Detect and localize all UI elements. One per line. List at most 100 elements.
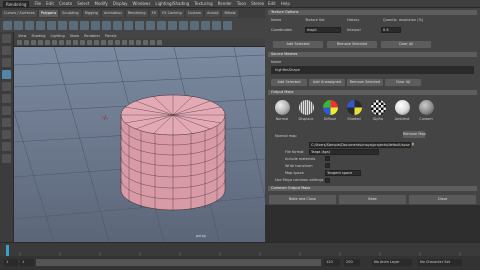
rotate-tool-icon[interactable] — [2, 82, 11, 91]
safe-action-icon[interactable] — [80, 40, 85, 45]
range-end-field[interactable]: 120 — [324, 259, 340, 266]
quantize-field[interactable]: 0.5 — [381, 27, 401, 33]
file-format-select[interactable]: Targa (tga) — [309, 149, 379, 155]
camera-attributes-icon[interactable] — [24, 40, 29, 45]
time-slider[interactable] — [0, 242, 480, 256]
combine-icon[interactable] — [146, 20, 155, 30]
panel-menu-panels[interactable]: Panels — [105, 34, 116, 38]
torus-icon[interactable] — [47, 20, 56, 30]
end-frame-field[interactable]: 200 — [344, 259, 360, 266]
menu-windows[interactable]: Windows — [133, 1, 151, 6]
bevel-icon[interactable] — [212, 20, 221, 30]
pipe-icon[interactable] — [113, 20, 122, 30]
wireframe-icon[interactable] — [87, 40, 92, 45]
helix-icon[interactable] — [124, 20, 133, 30]
shelf-tab-polygons[interactable]: Polygons — [38, 9, 59, 17]
move-tool-icon[interactable] — [2, 70, 11, 79]
character-set-select[interactable]: No Character Set — [418, 259, 462, 266]
shadows-icon[interactable] — [122, 40, 127, 45]
outliner-layout-icon[interactable] — [2, 142, 11, 151]
single-view-icon[interactable] — [2, 118, 11, 127]
playhead[interactable] — [6, 245, 9, 256]
bridge-icon[interactable] — [223, 20, 232, 30]
common-output-header[interactable]: Common Output Maps — [268, 186, 477, 191]
bookmark-icon[interactable] — [31, 40, 36, 45]
alpha-map-type[interactable]: Alpha — [367, 98, 389, 121]
soccer-ball-icon[interactable] — [135, 20, 144, 30]
panel-menu-view[interactable]: View — [18, 34, 26, 38]
shelf-tab-curves[interactable]: Curves / Surfaces — [2, 9, 37, 17]
separate-icon[interactable] — [157, 20, 166, 30]
panel-menu-lighting[interactable]: Lighting — [51, 34, 65, 38]
film-gate-icon[interactable] — [52, 40, 57, 45]
scale-tool-icon[interactable] — [2, 94, 11, 103]
shelf-tab-fx[interactable]: FX — [149, 9, 159, 17]
range-bar[interactable] — [36, 259, 321, 266]
pyramid-icon[interactable] — [91, 20, 100, 30]
displace-map-type[interactable]: Displace — [295, 98, 317, 121]
menu-toon[interactable]: Toon — [237, 1, 246, 6]
panel-menu-renderer[interactable]: Renderer — [84, 34, 100, 38]
field-chart-icon[interactable] — [73, 40, 78, 45]
clear-all-source-button[interactable]: Clear All — [385, 79, 421, 86]
isolate-select-icon[interactable] — [150, 40, 155, 45]
menu-edit[interactable]: Edit — [46, 1, 54, 6]
shelf-tab-sculpting[interactable]: Sculpting — [60, 9, 81, 17]
disc-icon[interactable] — [69, 20, 78, 30]
cylinder-icon[interactable] — [25, 20, 34, 30]
mode-selector[interactable]: Rendering — [3, 0, 30, 7]
add-unassigned-button[interactable]: Add Unassigned — [309, 79, 345, 86]
source-mesh-list[interactable]: highResShape — [271, 66, 474, 74]
normal-map-path-field[interactable]: C:/Users/Sample/Documents/maya/projects/… — [309, 142, 411, 148]
editor-menu-help[interactable]: Help — [281, 1, 290, 6]
shelf-tab-animation[interactable]: Animation — [101, 9, 124, 17]
shelf-tab-bifrost[interactable]: Bifrost — [222, 9, 238, 17]
anti-aliasing-icon[interactable] — [143, 40, 148, 45]
lasso-tool-icon[interactable] — [2, 46, 11, 55]
normal-map-type[interactable]: Normal — [271, 98, 293, 121]
wireframe-on-shaded-icon[interactable] — [101, 40, 106, 45]
mirror-icon[interactable] — [190, 20, 199, 30]
anim-layer-select[interactable]: No Anim Layer — [372, 259, 412, 266]
plane-icon[interactable] — [58, 20, 67, 30]
panel-menu-shading[interactable]: Shading — [31, 34, 45, 38]
boolean-icon[interactable] — [179, 20, 188, 30]
cylinder-mesh[interactable] — [120, 94, 226, 211]
bake-button[interactable]: Bake — [339, 195, 406, 204]
sphere-icon[interactable] — [3, 20, 12, 30]
folder-icon[interactable]: ▮ — [412, 142, 414, 146]
select-tool-icon[interactable] — [2, 34, 11, 43]
shelf-tab-arnold[interactable]: Arnold — [205, 9, 221, 17]
perspective-viewport[interactable]: persp — [14, 47, 265, 242]
clear-all-button[interactable]: Clear All — [381, 41, 431, 48]
menu-texturing[interactable]: Texturing — [194, 1, 212, 6]
menu-modify[interactable]: Modify — [95, 1, 108, 6]
paint-select-icon[interactable] — [2, 58, 11, 67]
textured-icon[interactable] — [108, 40, 113, 45]
bake-and-close-button[interactable]: Bake and Close — [269, 195, 336, 204]
map-space-select[interactable]: Tangent space — [325, 170, 361, 176]
cone-icon[interactable] — [36, 20, 45, 30]
shelf-tab-rendering[interactable]: Rendering — [125, 9, 148, 17]
ambient-occlusion-map-type[interactable]: Ambient — [391, 98, 413, 121]
smooth-shade-icon[interactable] — [94, 40, 99, 45]
coordinates-select[interactable]: map1 — [305, 27, 341, 33]
resolution-gate-icon[interactable] — [59, 40, 64, 45]
add-selected-button[interactable]: Add Selected — [273, 41, 323, 48]
menu-select[interactable]: Select — [77, 1, 89, 6]
menu-lighting[interactable]: Lighting/Shading — [155, 1, 189, 6]
diffuse-map-type[interactable]: Diffuse — [319, 98, 341, 121]
shaded-map-type[interactable]: Shaded — [343, 98, 365, 121]
motion-blur-icon[interactable] — [136, 40, 141, 45]
last-tool-icon[interactable] — [2, 106, 11, 115]
include-materials-checkbox[interactable] — [325, 156, 330, 161]
range-start-field[interactable]: 1 — [20, 259, 34, 266]
menu-render[interactable]: Render — [218, 1, 232, 6]
use-maya-settings-checkbox[interactable] — [325, 178, 330, 183]
add-selected-source-button[interactable]: Add Selected — [271, 79, 307, 86]
four-view-icon[interactable] — [2, 130, 11, 139]
menu-display[interactable]: Display — [113, 1, 128, 6]
start-frame-field[interactable]: 1 — [4, 259, 18, 266]
source-meshes-header[interactable]: Source Meshes — [268, 52, 477, 57]
extrude-icon[interactable] — [201, 20, 210, 30]
